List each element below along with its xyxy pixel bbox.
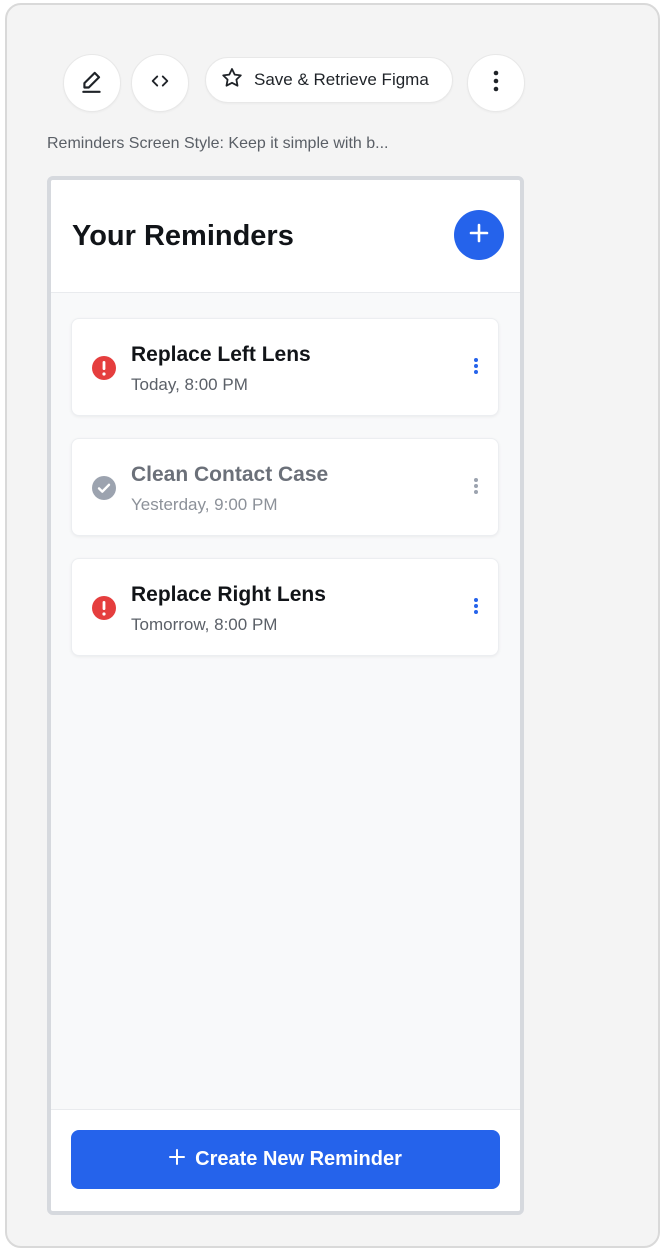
- reminders-screen: Your Reminders Replace Left Lens Today, …: [47, 176, 524, 1215]
- plus-icon: [469, 223, 489, 248]
- reminder-title: Replace Right Lens: [131, 583, 326, 606]
- create-reminder-button[interactable]: Create New Reminder: [71, 1130, 500, 1189]
- reminder-menu-button[interactable]: [468, 355, 484, 381]
- more-vertical-icon: [493, 70, 499, 97]
- add-reminder-button[interactable]: [454, 210, 504, 260]
- reminder-title: Replace Left Lens: [131, 343, 311, 366]
- create-reminder-label: Create New Reminder: [195, 1148, 402, 1170]
- reminder-card[interactable]: Clean Contact Case Yesterday, 9:00 PM: [71, 438, 499, 536]
- reminder-time: Today, 8:00 PM: [131, 375, 248, 394]
- screen-footer: Create New Reminder: [51, 1109, 520, 1211]
- alert-icon: [91, 595, 117, 621]
- more-vertical-icon: [473, 357, 479, 380]
- edit-button[interactable]: [63, 54, 121, 112]
- reminder-menu-button[interactable]: [468, 595, 484, 621]
- more-vertical-icon: [473, 597, 479, 620]
- save-retrieve-figma-label: Save & Retrieve Figma: [254, 70, 429, 89]
- code-icon: [149, 70, 171, 97]
- alert-icon: [91, 355, 117, 381]
- page-title: Your Reminders: [72, 220, 294, 252]
- save-retrieve-figma-button[interactable]: Save & Retrieve Figma: [205, 57, 453, 103]
- screen-header: Your Reminders: [51, 180, 520, 293]
- design-caption: Reminders Screen Style: Keep it simple w…: [47, 135, 389, 152]
- check-circle-icon: [91, 475, 117, 501]
- star-icon: [220, 66, 244, 95]
- reminder-time: Yesterday, 9:00 PM: [131, 495, 278, 514]
- reminder-card[interactable]: Replace Left Lens Today, 8:00 PM: [71, 318, 499, 416]
- code-button[interactable]: [131, 54, 189, 112]
- more-options-button[interactable]: [467, 54, 525, 112]
- reminder-card[interactable]: Replace Right Lens Tomorrow, 8:00 PM: [71, 558, 499, 656]
- pencil-icon: [79, 68, 105, 99]
- reminder-title: Clean Contact Case: [131, 463, 329, 486]
- reminder-menu-button[interactable]: [468, 475, 484, 501]
- reminder-time: Tomorrow, 8:00 PM: [131, 615, 278, 634]
- plus-icon: [169, 1149, 186, 1170]
- more-vertical-icon: [473, 477, 479, 500]
